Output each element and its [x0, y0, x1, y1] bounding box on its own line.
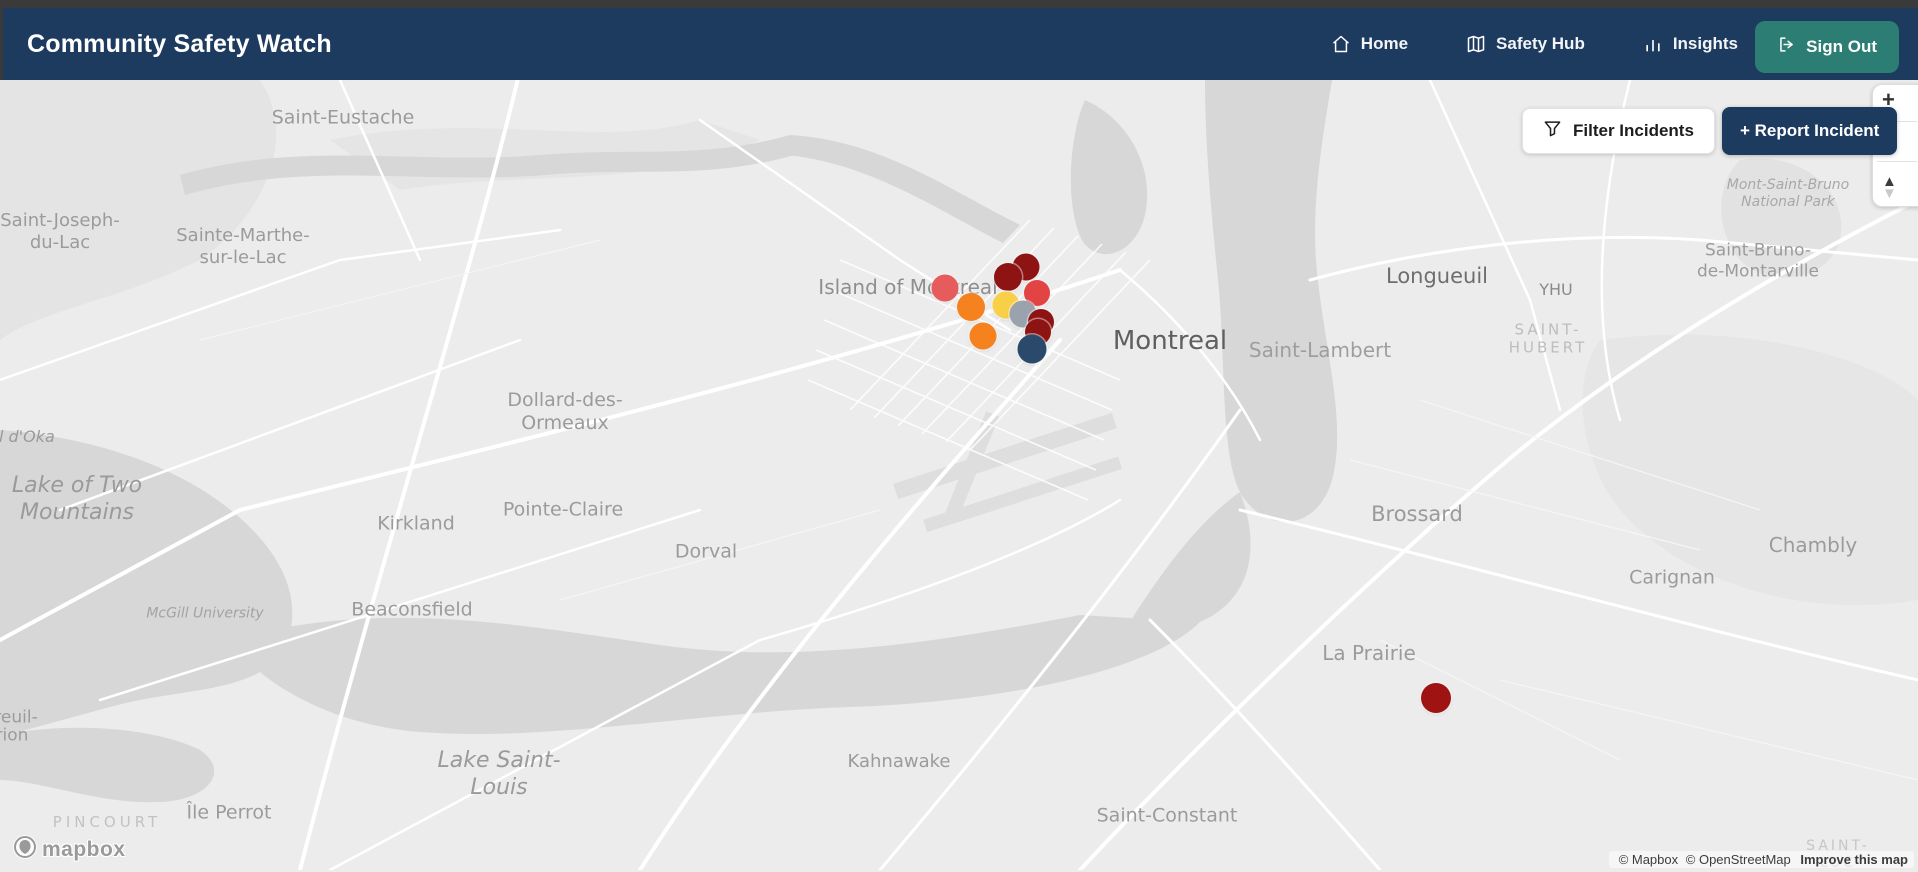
map-canvas[interactable]: Saint-Eustache Saint-Joseph- du-Lac Sainte… [0, 80, 1918, 871]
main-nav: Home Safety Hub Insights [1331, 8, 1738, 80]
incident-marker[interactable] [957, 293, 985, 321]
stepper-down-icon[interactable]: ▼ [1882, 186, 1897, 201]
nav-item-insights[interactable]: Insights [1643, 34, 1738, 54]
map-attribution: © Mapbox © OpenStreetMap Improve this ma… [1608, 851, 1914, 868]
incident-marker[interactable] [1017, 334, 1047, 364]
filter-incidents-button[interactable]: Filter Incidents [1522, 108, 1715, 154]
mapbox-logo-word: mapbox [42, 837, 126, 861]
mapbox-logo-icon [12, 834, 38, 865]
sign-out-label: Sign Out [1806, 37, 1877, 56]
report-incident-button[interactable]: + Report Incident [1722, 107, 1898, 155]
attribution-mapbox[interactable]: © Mapbox [1619, 852, 1678, 867]
pitch-stepper[interactable]: ▲ ▼ [1882, 174, 1897, 201]
window-chrome-strip [0, 0, 1918, 8]
nav-label: Insights [1672, 34, 1738, 53]
nav-label: Home [1360, 34, 1409, 53]
incident-marker[interactable] [931, 274, 959, 302]
nav-label: Safety Hub [1496, 34, 1585, 53]
filter-incidents-label: Filter Incidents [1573, 121, 1694, 140]
report-incident-label: + Report Incident [1740, 121, 1880, 140]
incident-marker[interactable] [1421, 683, 1451, 713]
home-icon [1331, 34, 1351, 54]
divider [1877, 161, 1917, 162]
logout-icon [1777, 35, 1796, 59]
app-title: Community Safety Watch [27, 29, 332, 58]
incident-marker[interactable] [994, 263, 1022, 291]
incident-marker[interactable] [969, 322, 997, 350]
improve-map-link[interactable]: Improve this map [1800, 852, 1908, 867]
basemap-art [0, 80, 1918, 870]
nav-item-home[interactable]: Home [1331, 34, 1408, 54]
funnel-icon [1543, 119, 1562, 143]
map-icon [1466, 34, 1486, 54]
attribution-osm[interactable]: © OpenStreetMap [1686, 852, 1791, 867]
mapbox-logo[interactable]: mapbox [12, 834, 126, 865]
nav-item-safety-hub[interactable]: Safety Hub [1466, 34, 1585, 54]
bar-chart-icon [1643, 34, 1663, 54]
app-header: Community Safety Watch Home Safety Hub I… [0, 8, 1918, 80]
sign-out-button[interactable]: Sign Out [1755, 21, 1899, 73]
